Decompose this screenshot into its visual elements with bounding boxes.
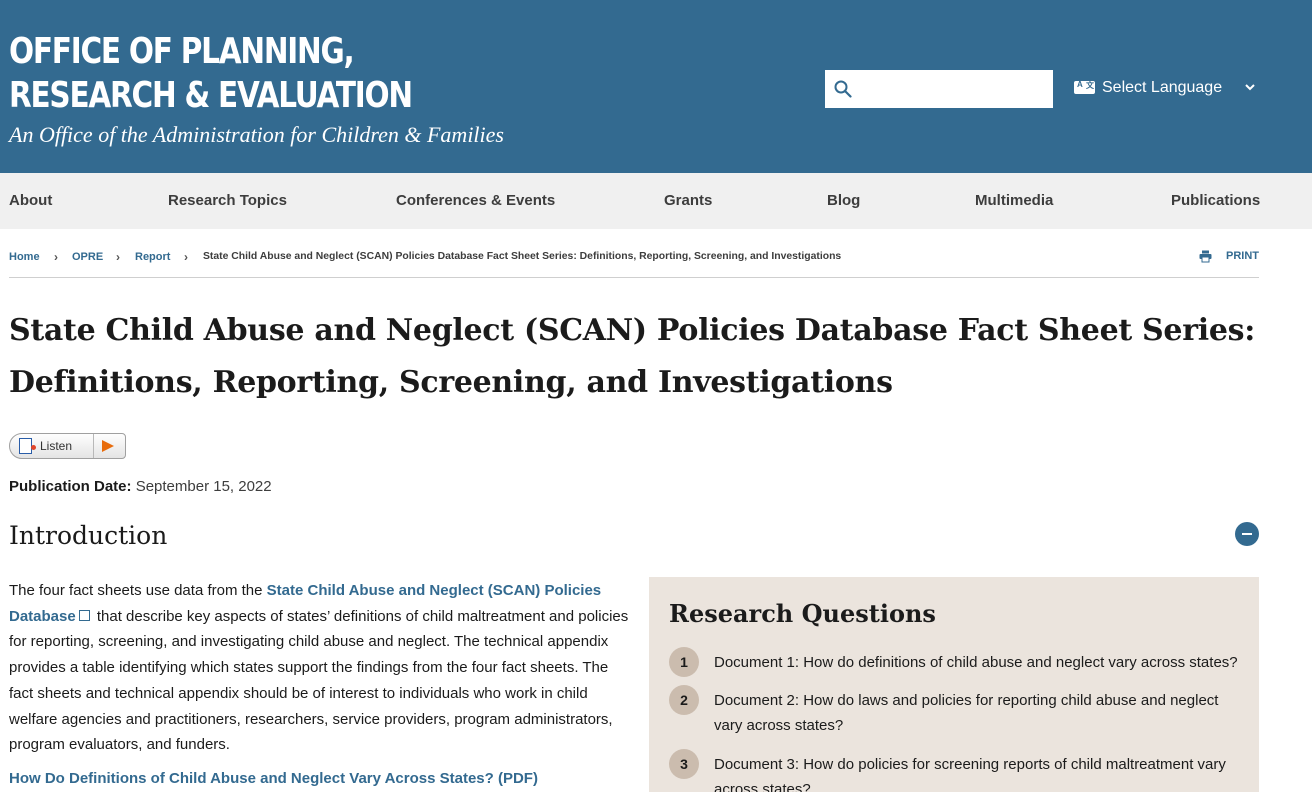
printer-icon xyxy=(1199,250,1212,263)
question-number-badge: 3 xyxy=(669,749,699,779)
breadcrumb-opre[interactable]: OPRE xyxy=(72,251,103,263)
translate-icon: A文 xyxy=(1074,80,1095,94)
site-header: OFFICE OF PLANNING, RESEARCH & EVALUATIO… xyxy=(0,0,1312,173)
breadcrumb-report[interactable]: Report xyxy=(135,251,170,263)
intro-text-end: that describe key aspects of states’ def… xyxy=(9,607,629,754)
search-input[interactable] xyxy=(825,70,1053,108)
external-link-icon xyxy=(78,609,90,621)
chevron-right-icon: › xyxy=(116,250,120,264)
listen-label: Listen xyxy=(40,439,73,453)
language-selector[interactable]: A文 Select Language xyxy=(1074,78,1260,100)
question-number-badge: 1 xyxy=(669,647,699,677)
breadcrumb-current: State Child Abuse and Neglect (SCAN) Pol… xyxy=(203,251,842,262)
print-button[interactable]: PRINT xyxy=(1199,250,1259,263)
chevron-right-icon: › xyxy=(184,250,188,264)
print-label: PRINT xyxy=(1226,250,1259,262)
nav-about[interactable]: About xyxy=(9,192,52,209)
breadcrumb: Home › OPRE › Report › State Child Abuse… xyxy=(9,250,1259,278)
site-subtitle: An Office of the Administration for Chil… xyxy=(9,122,504,147)
chevron-right-icon: › xyxy=(54,250,58,264)
search-icon[interactable] xyxy=(834,80,852,98)
research-questions-title: Research Questions xyxy=(669,599,936,628)
nav-research-topics[interactable]: Research Topics xyxy=(168,192,287,209)
play-icon[interactable] xyxy=(93,434,126,458)
breadcrumb-home[interactable]: Home xyxy=(9,251,40,263)
main-nav: About Research Topics Conferences & Even… xyxy=(0,173,1312,229)
page-title: State Child Abuse and Neglect (SCAN) Pol… xyxy=(9,313,1255,400)
nav-publications[interactable]: Publications xyxy=(1171,192,1260,209)
question-text: Document 1: How do definitions of child … xyxy=(714,654,1238,671)
listen-button[interactable]: Listen xyxy=(9,433,126,459)
collapse-button[interactable] xyxy=(1235,522,1259,546)
nav-multimedia[interactable]: Multimedia xyxy=(975,192,1053,209)
intro-paragraph: The four fact sheets use data from the S… xyxy=(9,578,635,758)
research-questions-panel: Research Questions 1 Document 1: How do … xyxy=(649,577,1259,792)
language-label: Select Language xyxy=(1102,79,1223,96)
publication-date-value: September 15, 2022 xyxy=(135,478,272,495)
intro-text-start: The four fact sheets use data from the xyxy=(9,582,267,599)
nav-grants[interactable]: Grants xyxy=(664,192,712,209)
publication-date: Publication Date: September 15, 2022 xyxy=(9,478,272,495)
intro-heading: Introduction xyxy=(9,521,168,550)
site-title[interactable]: OFFICE OF PLANNING, RESEARCH & EVALUATIO… xyxy=(9,30,468,118)
nav-conferences-events[interactable]: Conferences & Events xyxy=(396,192,555,209)
nav-blog[interactable]: Blog xyxy=(827,192,860,209)
speaker-icon xyxy=(19,438,36,454)
chevron-down-icon xyxy=(1245,84,1255,91)
question-text: Document 3: How do policies for screenin… xyxy=(714,756,1226,792)
question-text: Document 2: How do laws and policies for… xyxy=(714,692,1219,734)
question-number-badge: 2 xyxy=(669,685,699,715)
publication-date-label: Publication Date: xyxy=(9,478,132,495)
document-1-pdf-link[interactable]: How Do Definitions of Child Abuse and Ne… xyxy=(9,770,538,787)
